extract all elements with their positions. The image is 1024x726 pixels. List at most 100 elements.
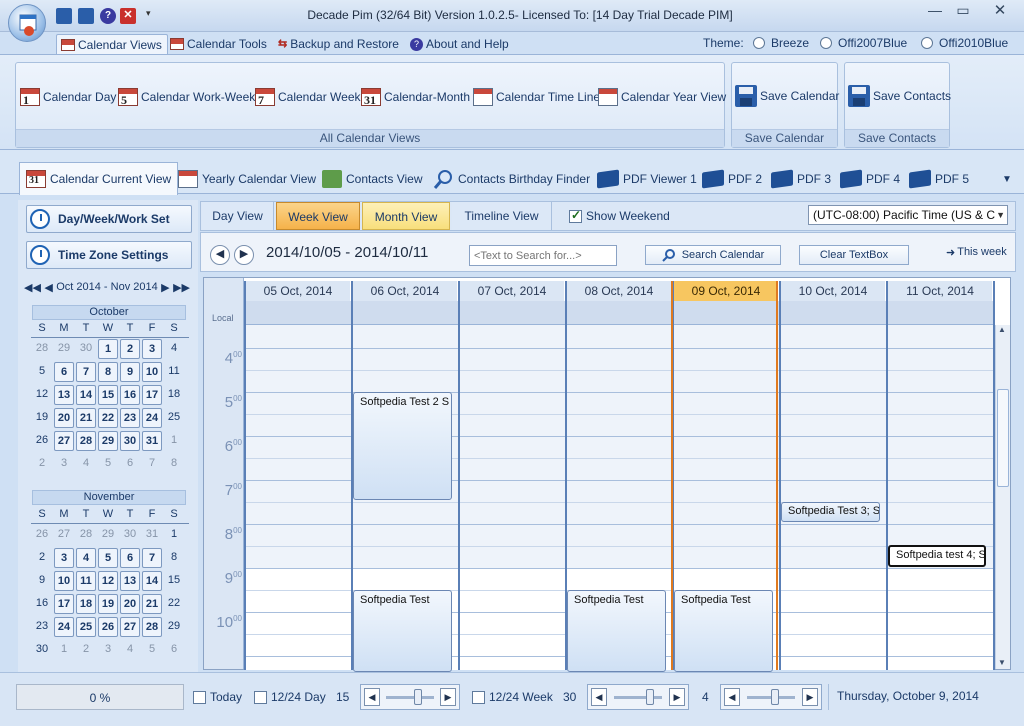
search-input[interactable] bbox=[469, 245, 617, 266]
calendar-day-cell[interactable]: 12 bbox=[98, 571, 118, 591]
calendar-month-button[interactable]: 31 Calendar-Month bbox=[361, 88, 470, 107]
tab-pdf-viewer-1[interactable]: PDF Viewer 1 bbox=[597, 166, 697, 192]
next-week-button[interactable]: ▶ bbox=[234, 245, 254, 265]
theme-offi2007-radio[interactable]: Offi2007Blue bbox=[820, 36, 907, 50]
save-as-quick-icon[interactable] bbox=[78, 8, 94, 24]
calendar-day-cell[interactable]: 5 bbox=[141, 640, 163, 660]
calendar-day-cell[interactable]: 29 bbox=[53, 339, 75, 359]
calendar-day-cell[interactable]: 5 bbox=[98, 548, 118, 568]
calendar-day-cell[interactable]: 3 bbox=[53, 454, 75, 474]
calendar-day-cell[interactable]: 1 bbox=[163, 525, 185, 545]
event-softpedia-test-a[interactable]: Softpedia Test bbox=[353, 590, 452, 672]
decrease-icon[interactable]: ◀ bbox=[591, 688, 607, 706]
decrease-icon[interactable]: ◀ bbox=[724, 688, 740, 706]
calendar-day-cell[interactable]: 26 bbox=[31, 525, 53, 545]
calendar-day-cell[interactable]: 3 bbox=[54, 548, 74, 568]
calendar-day-cell[interactable]: 29 bbox=[97, 525, 119, 545]
calendar-day-cell[interactable]: 4 bbox=[76, 548, 96, 568]
search-calendar-button[interactable]: Search Calendar bbox=[645, 245, 781, 265]
calendar-day-cell[interactable]: 2 bbox=[31, 454, 53, 474]
day-header[interactable]: 05 Oct, 2014 bbox=[246, 281, 350, 301]
tab-contacts-birthday-finder[interactable]: Contacts Birthday Finder bbox=[432, 166, 590, 192]
calendar-day-cell[interactable]: 26 bbox=[98, 617, 118, 637]
tab-pdf-5[interactable]: PDF 5 bbox=[909, 166, 969, 192]
calendar-day-cell[interactable]: 16 bbox=[120, 385, 140, 405]
week-interval-slider[interactable]: ◀ ▶ bbox=[587, 684, 689, 710]
calendar-day-cell[interactable]: 14 bbox=[142, 571, 162, 591]
calendar-day-cell[interactable]: 25 bbox=[76, 617, 96, 637]
tab-contacts-view[interactable]: Contacts View bbox=[322, 166, 422, 192]
event-softpedia-test-2[interactable]: Softpedia Test 2 S bbox=[353, 392, 452, 500]
calendar-day-cell[interactable]: 30 bbox=[75, 339, 97, 359]
calendar-day-cell[interactable]: 22 bbox=[163, 594, 185, 614]
calendar-day-cell[interactable]: 20 bbox=[54, 408, 74, 428]
tabs-overflow-dropdown-icon[interactable]: ▼ bbox=[1002, 174, 1012, 185]
calendar-day-cell[interactable]: 3 bbox=[142, 339, 162, 359]
increase-icon[interactable]: ▶ bbox=[802, 688, 818, 706]
calendar-day-cell[interactable]: 28 bbox=[142, 617, 162, 637]
calendar-day-cell[interactable]: 28 bbox=[31, 339, 53, 359]
tab-yearly-calendar-view[interactable]: Yearly Calendar View bbox=[178, 166, 316, 192]
app-menu-orb[interactable] bbox=[8, 4, 46, 42]
ribbon-tab-calendar-views[interactable]: Calendar Views bbox=[56, 34, 168, 54]
increase-icon[interactable]: ▶ bbox=[669, 688, 685, 706]
calendar-day-cell[interactable]: 1 bbox=[98, 339, 118, 359]
calendar-day-cell[interactable]: 10 bbox=[142, 362, 162, 382]
save-contacts-button[interactable]: Save Contacts bbox=[848, 84, 951, 108]
calendar-day-cell[interactable]: 3 bbox=[97, 640, 119, 660]
ribbon-tab-about-help[interactable]: ? About and Help bbox=[406, 34, 514, 54]
calendar-day-cell[interactable]: 8 bbox=[98, 362, 118, 382]
event-softpedia-test-c[interactable]: Softpedia Test bbox=[674, 590, 773, 672]
calendar-day-cell[interactable]: 19 bbox=[31, 408, 53, 428]
calendar-day-cell[interactable]: 30 bbox=[31, 640, 53, 660]
calendar-day-cell[interactable]: 21 bbox=[76, 408, 96, 428]
calendar-day-cell[interactable]: 7 bbox=[76, 362, 96, 382]
save-calendar-button[interactable]: Save Calendar bbox=[735, 84, 839, 108]
calendar-time-line-button[interactable]: Calendar Time Line bbox=[473, 88, 600, 106]
calendar-day-cell[interactable]: 5 bbox=[31, 362, 53, 382]
ribbon-tab-calendar-tools[interactable]: Calendar Tools bbox=[166, 34, 272, 54]
calendar-day-cell[interactable]: 2 bbox=[120, 339, 140, 359]
calendar-day-cell[interactable]: 12 bbox=[31, 385, 53, 405]
calendar-day-cell[interactable]: 21 bbox=[142, 594, 162, 614]
calendar-day-cell[interactable]: 27 bbox=[120, 617, 140, 637]
event-softpedia-test-3[interactable]: Softpedia Test 3; S bbox=[781, 502, 880, 522]
tab-timeline-view[interactable]: Timeline View bbox=[452, 202, 552, 230]
day-interval-slider[interactable]: ◀ ▶ bbox=[360, 684, 460, 710]
calendar-day-cell[interactable]: 31 bbox=[142, 431, 162, 451]
calendar-day-cell[interactable]: 7 bbox=[141, 454, 163, 474]
calendar-day-cell[interactable]: 24 bbox=[54, 617, 74, 637]
timezone-select[interactable]: (UTC-08:00) Pacific Time (US & C ▼ bbox=[808, 205, 1008, 225]
calendar-day-cell[interactable]: 29 bbox=[98, 431, 118, 451]
calendar-day-cell[interactable]: 10 bbox=[54, 571, 74, 591]
scroll-up-icon[interactable]: ▲ bbox=[998, 325, 1006, 334]
last-month-icon[interactable]: ▶▶ bbox=[173, 281, 190, 294]
calendar-day-cell[interactable]: 2 bbox=[31, 548, 53, 568]
minimize-button[interactable]: — bbox=[922, 2, 948, 20]
1224-day-checkbox[interactable]: 12/24 Day bbox=[254, 690, 326, 704]
calendar-day-cell[interactable]: 11 bbox=[76, 571, 96, 591]
day-week-work-set-button[interactable]: Day/Week/Work Set bbox=[26, 205, 192, 233]
maximize-button[interactable]: ▭ bbox=[950, 2, 976, 20]
slider-thumb[interactable] bbox=[414, 688, 422, 705]
calendar-day-cell[interactable]: 4 bbox=[163, 339, 185, 359]
calendar-day-cell[interactable]: 13 bbox=[120, 571, 140, 591]
vertical-scrollbar[interactable]: ▲ ▼ bbox=[995, 325, 1010, 669]
this-week-link[interactable]: ➜ This week bbox=[946, 246, 1007, 259]
calendar-day-cell[interactable]: 19 bbox=[98, 594, 118, 614]
calendar-day-cell[interactable]: 31 bbox=[141, 525, 163, 545]
calendar-day-cell[interactable]: 9 bbox=[120, 362, 140, 382]
all-day-row[interactable] bbox=[244, 301, 994, 325]
scroll-thumb[interactable] bbox=[997, 389, 1009, 487]
calendar-day-cell[interactable]: 27 bbox=[54, 431, 74, 451]
today-checkbox[interactable]: Today bbox=[193, 690, 242, 704]
tab-pdf-4[interactable]: PDF 4 bbox=[840, 166, 900, 192]
slider-track[interactable] bbox=[747, 688, 795, 705]
day-header[interactable]: 06 Oct, 2014 bbox=[353, 281, 457, 301]
calendar-day-cell[interactable]: 8 bbox=[163, 548, 185, 568]
calendar-day-cell[interactable]: 7 bbox=[142, 548, 162, 568]
calendar-day-cell[interactable]: 4 bbox=[75, 454, 97, 474]
calendar-work-week-button[interactable]: 5 Calendar Work-Week bbox=[118, 88, 255, 107]
calendar-day-cell[interactable]: 9 bbox=[31, 571, 53, 591]
previous-week-button[interactable]: ◀ bbox=[210, 245, 230, 265]
